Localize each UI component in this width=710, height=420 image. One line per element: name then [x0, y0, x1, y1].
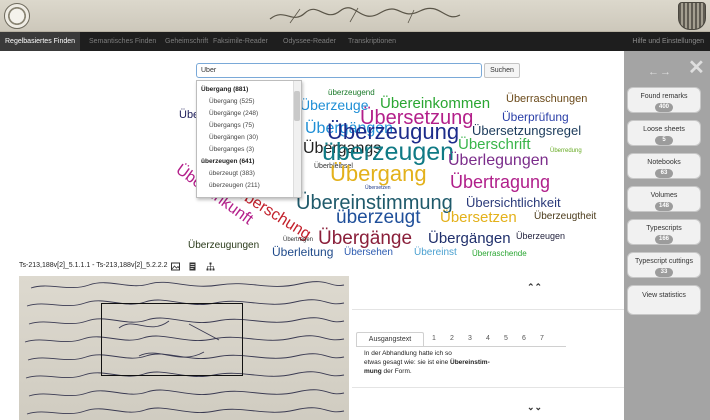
cloud-word[interactable]: Überlegungen — [448, 153, 549, 169]
cloud-word[interactable]: Überredung — [550, 148, 582, 154]
button-label: Typescript cuttings — [635, 258, 693, 265]
tab-7[interactable]: 7 — [538, 332, 546, 346]
siglum-label: Ts-213,188v[2]_5.1.1.1 - Ts-213,188v[2]_… — [19, 262, 168, 269]
view-statistics-button[interactable]: View statistics — [627, 285, 701, 315]
excerpt-tail: der Form. — [383, 368, 412, 375]
count-badge: 400 — [655, 103, 673, 112]
dropdown-group-header[interactable]: überzeugen (641) — [201, 158, 254, 165]
cloud-word[interactable]: Übergang — [330, 163, 427, 185]
tab-6[interactable]: 6 — [520, 332, 528, 346]
excerpt-highlight-2: mung — [364, 368, 382, 375]
search-button[interactable]: Suchen — [484, 63, 520, 78]
count-badge: 5 — [655, 136, 673, 145]
cloud-word[interactable]: Überzeugen — [516, 232, 565, 241]
cloud-word[interactable]: Übersehen — [344, 248, 393, 258]
chevron-down-icon[interactable]: ⌄⌄ — [527, 402, 542, 413]
tab-5[interactable]: 5 — [502, 332, 510, 346]
main-nav: Regelbasiertes Finden Semantisches Finde… — [0, 32, 710, 51]
cloud-word[interactable]: Übergängen — [428, 231, 511, 246]
dropdown-item[interactable]: überzeugen (211) — [209, 182, 260, 189]
nav-help-settings[interactable]: Hilfe und Einstellungen — [632, 32, 704, 51]
cloud-word[interactable]: Übersetzen — [440, 210, 517, 225]
cloud-word[interactable]: Überraschende — [472, 250, 527, 258]
facsimile-image[interactable] — [19, 276, 349, 420]
handwriting-banner-image — [269, 7, 461, 24]
image-icon[interactable] — [171, 262, 180, 271]
count-badge: 33 — [655, 268, 673, 277]
excerpt-highlight: Übereinstim- — [450, 359, 490, 366]
cloud-word[interactable]: Übersetzen — [365, 186, 391, 191]
cloud-word[interactable]: Überleitung — [272, 246, 333, 258]
found-remarks-button[interactable]: Found remarks 400 — [627, 87, 701, 113]
zoom-region-frame[interactable] — [101, 303, 243, 376]
transcription-excerpt: In der Abhandlung hatte ich so etwas ges… — [364, 349, 514, 376]
button-label: Found remarks — [640, 93, 688, 100]
button-label: Typescripts — [646, 225, 682, 232]
excerpt-line-2: etwas gesagt wie: sie ist eine — [364, 359, 449, 366]
typescript-cuttings-button[interactable]: Typescript cuttings 33 — [627, 252, 701, 278]
cloud-word[interactable]: Überzeugtheit — [534, 212, 596, 222]
university-seal-logo[interactable] — [4, 3, 30, 29]
document-icon[interactable] — [188, 262, 197, 271]
tab-1[interactable]: 1 — [430, 332, 438, 346]
dropdown-item[interactable]: Überganges (3) — [209, 146, 254, 153]
dropdown-scrollbar[interactable] — [293, 81, 301, 197]
tab-2[interactable]: 2 — [448, 332, 456, 346]
sitemap-icon[interactable] — [206, 262, 215, 271]
archive-building-logo[interactable] — [678, 2, 706, 30]
tab-underline — [356, 346, 566, 347]
button-label: Notebooks — [647, 159, 681, 166]
count-badge: 166 — [655, 235, 673, 244]
app-page: Regelbasiertes Finden Semantisches Finde… — [0, 0, 710, 420]
dropdown-item[interactable]: überzeugt (383) — [209, 170, 255, 177]
count-badge: 148 — [655, 202, 673, 211]
cloud-word[interactable]: Übersichtlichkeit — [466, 196, 561, 209]
nav-semantisches-finden[interactable]: Semantisches Finden — [84, 32, 161, 51]
excerpt-line-1: In der Abhandlung hatte ich so — [364, 350, 452, 357]
nav-transkriptionen[interactable]: Transkriptionen — [343, 32, 401, 51]
loose-sheets-button[interactable]: Loose sheets 5 — [627, 120, 701, 146]
dropdown-group-header[interactable]: Übergang (881) — [201, 86, 248, 93]
tab-3[interactable]: 3 — [466, 332, 474, 346]
divider — [352, 387, 624, 388]
button-label: Volumes — [650, 192, 678, 199]
cloud-word[interactable]: Übertragen — [283, 237, 313, 243]
nav-faksimile-reader[interactable]: Faksimile-Reader — [208, 32, 273, 51]
dropdown-item[interactable]: Übergänge (248) — [209, 110, 258, 117]
cloud-word[interactable]: überzeugt — [336, 208, 421, 227]
side-panel: ←→ ✕ Found remarks 400 Loose sheets 5 No… — [624, 51, 710, 420]
chevron-up-icon[interactable]: ⌃⌃ — [527, 282, 542, 293]
dropdown-item[interactable]: Übergangs (75) — [209, 122, 254, 129]
cloud-word[interactable]: Überzeuge — [300, 98, 369, 112]
nav-geheimschrift[interactable]: Geheimschrift — [160, 32, 213, 51]
cloud-word[interactable]: überzeugend — [328, 89, 375, 97]
button-label: View statistics — [642, 292, 686, 299]
typescripts-button[interactable]: Typescripts 166 — [627, 219, 701, 245]
dropdown-item[interactable]: Übergang (525) — [209, 98, 255, 105]
cloud-word[interactable]: Überprüfung — [502, 111, 569, 123]
cloud-word[interactable]: Überraschungen — [506, 94, 587, 105]
dropdown-item[interactable]: Übergängen (30) — [209, 134, 258, 141]
divider — [352, 309, 624, 310]
cloud-word[interactable]: Übertragung — [450, 173, 550, 191]
volumes-button[interactable]: Volumes 148 — [627, 186, 701, 212]
notebooks-button[interactable]: Notebooks 63 — [627, 153, 701, 179]
search-input[interactable] — [196, 63, 482, 78]
cloud-word[interactable]: Übereinst — [414, 248, 457, 258]
nav-odyssee-reader[interactable]: Odyssee-Reader — [278, 32, 341, 51]
cloud-word[interactable]: Überschrift — [458, 137, 531, 152]
autocomplete-dropdown: Übergang (881) Übergang (525) Übergänge … — [196, 80, 302, 198]
button-label: Loose sheets — [643, 126, 685, 133]
tab-4[interactable]: 4 — [484, 332, 492, 346]
swap-arrows-icon[interactable]: ←→ — [648, 66, 672, 78]
count-badge: 63 — [655, 169, 673, 178]
site-header — [0, 0, 710, 32]
cloud-word[interactable]: Überzeugungen — [188, 241, 259, 251]
dropdown-scroll-thumb[interactable] — [294, 91, 300, 121]
close-icon[interactable]: ✕ — [688, 55, 705, 80]
tab-ausgangstext[interactable]: Ausgangstext — [356, 332, 424, 346]
nav-regelbasiertes-finden[interactable]: Regelbasiertes Finden — [0, 32, 81, 51]
